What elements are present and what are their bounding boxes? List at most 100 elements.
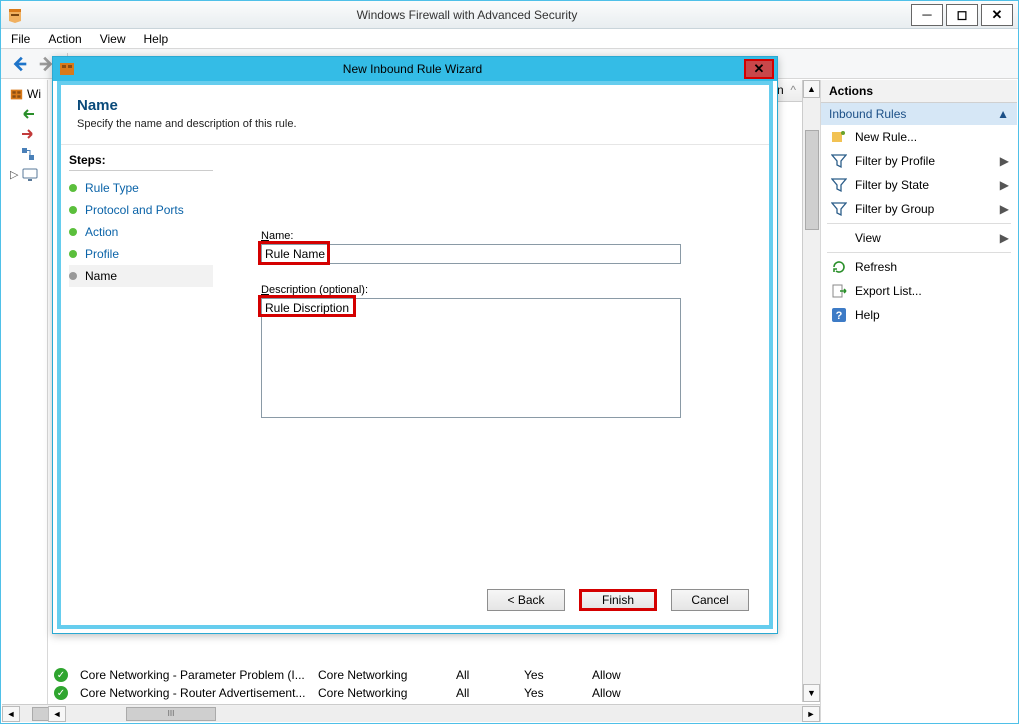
nav-back-icon[interactable] bbox=[9, 53, 31, 75]
wizard-close-button[interactable]: ✕ bbox=[744, 59, 774, 79]
step-action[interactable]: Action bbox=[69, 221, 213, 243]
minimize-button[interactable]: ─ bbox=[911, 4, 943, 26]
description-label: Description (optional): bbox=[261, 284, 739, 296]
tree-monitoring[interactable]: ▷ bbox=[6, 164, 43, 184]
steps-title: Steps: bbox=[69, 153, 213, 171]
scroll-track[interactable]: III bbox=[66, 706, 802, 722]
filter-icon bbox=[831, 153, 847, 169]
tree-outbound[interactable] bbox=[6, 124, 43, 144]
tree-inbound[interactable] bbox=[6, 104, 43, 124]
action-export[interactable]: Export List... bbox=[821, 279, 1017, 303]
action-help[interactable]: ? Help bbox=[821, 303, 1017, 327]
action-label: Export List... bbox=[855, 284, 922, 298]
scroll-thumb[interactable]: III bbox=[32, 707, 48, 721]
step-bullet-icon bbox=[69, 250, 77, 258]
scroll-track[interactable]: III bbox=[20, 706, 48, 722]
wizard-icon bbox=[59, 61, 75, 77]
step-label: Action bbox=[85, 225, 118, 239]
inbound-icon bbox=[20, 106, 36, 122]
back-button[interactable]: < Back bbox=[487, 589, 565, 611]
step-rule-type[interactable]: Rule Type bbox=[69, 177, 213, 199]
finish-button[interactable]: Finish bbox=[579, 589, 657, 611]
actions-group-label: Inbound Rules bbox=[829, 107, 906, 121]
rule-action-cell: Allow bbox=[592, 668, 642, 682]
window-controls: ─ ◻ ✕ bbox=[911, 4, 1018, 26]
rule-group-cell: Core Networking bbox=[318, 686, 448, 700]
table-row[interactable]: ✓ Core Networking - Router Advertisement… bbox=[48, 684, 820, 702]
tree-root[interactable]: Wi bbox=[6, 84, 43, 104]
expand-icon[interactable]: ▷ bbox=[10, 168, 18, 181]
actions-header: Actions bbox=[821, 80, 1017, 103]
tree-root-label: Wi bbox=[27, 87, 41, 101]
wizard-subheading: Specify the name and description of this… bbox=[77, 118, 753, 130]
enabled-check-icon: ✓ bbox=[54, 668, 68, 682]
main-window: Windows Firewall with Advanced Security … bbox=[0, 0, 1019, 724]
action-label: Filter by Group bbox=[855, 202, 934, 216]
step-protocol-ports[interactable]: Protocol and Ports bbox=[69, 199, 213, 221]
wizard-titlebar[interactable]: New Inbound Rule Wizard ✕ bbox=[53, 57, 777, 81]
titlebar[interactable]: Windows Firewall with Advanced Security … bbox=[1, 1, 1018, 29]
action-label: Refresh bbox=[855, 260, 897, 274]
action-label: Filter by State bbox=[855, 178, 929, 192]
action-refresh[interactable]: Refresh bbox=[821, 255, 1017, 279]
new-rule-icon bbox=[831, 129, 847, 145]
rules-vscroll[interactable]: ▲ ▼ bbox=[802, 80, 820, 702]
step-profile[interactable]: Profile bbox=[69, 243, 213, 265]
menu-view[interactable]: View bbox=[100, 32, 126, 46]
step-label: Profile bbox=[85, 247, 119, 261]
close-button[interactable]: ✕ bbox=[981, 4, 1013, 26]
step-label: Name bbox=[85, 269, 117, 283]
filter-icon bbox=[831, 201, 847, 217]
collapse-icon[interactable]: ▲ bbox=[997, 107, 1009, 121]
scroll-right-icon[interactable]: ► bbox=[802, 706, 820, 722]
tree-connection[interactable] bbox=[6, 144, 43, 164]
step-bullet-icon bbox=[69, 206, 77, 214]
scroll-left-icon[interactable]: ◄ bbox=[48, 706, 66, 722]
action-view[interactable]: View ▶ bbox=[821, 226, 1017, 250]
new-inbound-rule-wizard: New Inbound Rule Wizard ✕ Name Specify t… bbox=[52, 56, 778, 634]
chevron-right-icon: ▶ bbox=[1000, 154, 1009, 168]
step-label: Rule Type bbox=[85, 181, 139, 195]
action-label: Filter by Profile bbox=[855, 154, 935, 168]
cancel-button[interactable]: Cancel bbox=[671, 589, 749, 611]
scroll-up-icon[interactable]: ▲ bbox=[803, 80, 820, 98]
wizard-heading: Name bbox=[77, 97, 753, 114]
action-label: Help bbox=[855, 308, 880, 322]
scroll-left-icon[interactable]: ◄ bbox=[2, 706, 20, 722]
wizard-form: Name: Description (optional): bbox=[221, 145, 769, 625]
enabled-check-icon: ✓ bbox=[54, 686, 68, 700]
menu-file[interactable]: File bbox=[11, 32, 30, 46]
action-label: View bbox=[855, 231, 881, 245]
rules-hscroll[interactable]: ◄ III ► bbox=[48, 704, 820, 722]
menu-action[interactable]: Action bbox=[48, 32, 81, 46]
scroll-thumb[interactable]: III bbox=[126, 707, 216, 721]
wizard-steps: Steps: Rule Type Protocol and Ports Acti… bbox=[61, 145, 221, 625]
menu-help[interactable]: Help bbox=[144, 32, 169, 46]
name-label: Name: bbox=[261, 230, 739, 242]
action-new-rule[interactable]: New Rule... bbox=[821, 125, 1017, 149]
rule-name-cell: Core Networking - Router Advertisement..… bbox=[80, 686, 310, 700]
svg-text:?: ? bbox=[836, 310, 843, 322]
tree-hscroll[interactable]: ◄ III ► bbox=[2, 704, 48, 722]
firewall-icon bbox=[10, 86, 23, 102]
connection-icon bbox=[20, 146, 36, 162]
actions-group-title[interactable]: Inbound Rules ▲ bbox=[821, 103, 1017, 125]
menubar: File Action View Help bbox=[1, 29, 1018, 49]
rule-name-input[interactable] bbox=[261, 244, 681, 264]
action-filter-group[interactable]: Filter by Group ▶ bbox=[821, 197, 1017, 221]
rule-description-input[interactable] bbox=[261, 298, 681, 418]
separator bbox=[827, 252, 1011, 253]
rule-profile-cell: All bbox=[456, 668, 516, 682]
action-filter-profile[interactable]: Filter by Profile ▶ bbox=[821, 149, 1017, 173]
refresh-icon bbox=[831, 259, 847, 275]
maximize-button[interactable]: ◻ bbox=[946, 4, 978, 26]
step-bullet-icon bbox=[69, 184, 77, 192]
action-filter-state[interactable]: Filter by State ▶ bbox=[821, 173, 1017, 197]
vscroll-thumb[interactable] bbox=[805, 130, 819, 230]
help-icon: ? bbox=[831, 307, 847, 323]
step-name[interactable]: Name bbox=[69, 265, 213, 287]
tree-pane: Wi ▷ ◄ III ► bbox=[2, 80, 48, 722]
rules-list: ✓ Core Networking - Parameter Problem (I… bbox=[48, 666, 820, 702]
separator bbox=[827, 223, 1011, 224]
table-row[interactable]: ✓ Core Networking - Parameter Problem (I… bbox=[48, 666, 820, 684]
